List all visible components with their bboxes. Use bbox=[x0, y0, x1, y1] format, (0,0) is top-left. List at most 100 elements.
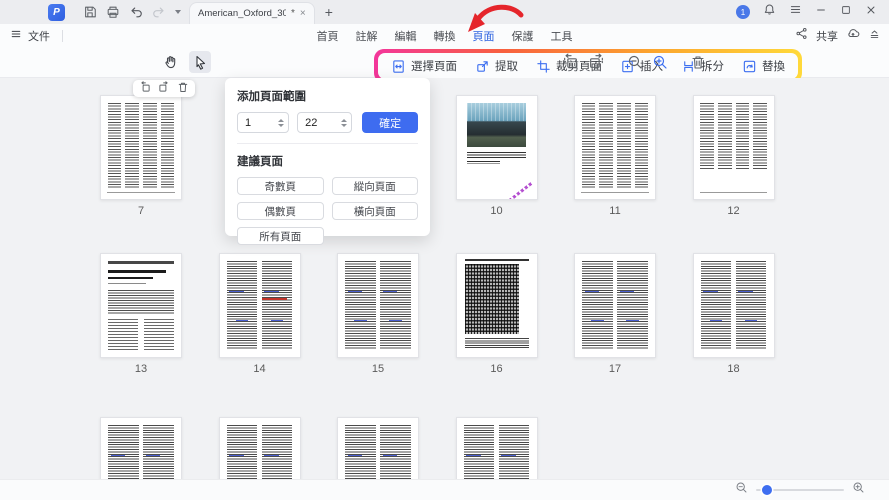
zoom-out-thumbnails-button[interactable] bbox=[627, 54, 643, 75]
page-preview[interactable] bbox=[455, 95, 538, 200]
landscape-pages-button[interactable]: 橫向頁面 bbox=[331, 202, 418, 220]
all-pages-button[interactable]: 所有頁面 bbox=[237, 227, 324, 245]
rotate-left-button[interactable] bbox=[562, 53, 579, 75]
print-icon[interactable] bbox=[106, 5, 120, 19]
page-preview[interactable] bbox=[692, 253, 775, 358]
page-content-decoration bbox=[634, 103, 649, 190]
page-content-decoration bbox=[261, 260, 293, 351]
page-thumbnail-11[interactable]: 11 bbox=[574, 95, 656, 218]
page-preview[interactable] bbox=[455, 253, 538, 358]
page-toolbar: 選擇頁面 提取 裁剪頁面 插入 拆分 替換 bbox=[0, 47, 889, 83]
thumbnail-zoom-out-icon[interactable] bbox=[735, 481, 748, 499]
page-thumbnail-7[interactable]: 7 bbox=[100, 95, 182, 218]
file-menu-icon[interactable] bbox=[10, 27, 22, 45]
page-number-label: 18 bbox=[727, 363, 740, 375]
page-number-label: 17 bbox=[608, 363, 622, 375]
select-pages-panel: 添加頁面範圍 1 22 確定 建議頁面 奇數頁 縱向頁面 偶數頁 橫向頁面 所有… bbox=[225, 78, 430, 245]
page-number-label: 12 bbox=[727, 205, 740, 217]
replace-button[interactable]: 替換 bbox=[733, 54, 794, 78]
tab-comment[interactable]: 註解 bbox=[356, 28, 378, 44]
collapse-toolbar-icon[interactable] bbox=[868, 27, 881, 45]
hand-tool-button[interactable] bbox=[160, 51, 182, 73]
tab-convert[interactable]: 轉換 bbox=[434, 28, 456, 44]
page-thumbnail-10[interactable]: 10 bbox=[455, 95, 538, 218]
menu-bar: 文件 首頁 註解 編輯 轉換 頁面 保護 工具 共享 bbox=[0, 24, 889, 47]
page-preview[interactable] bbox=[337, 253, 419, 358]
page-thumbnail-13[interactable]: 13 bbox=[100, 253, 182, 376]
page-thumbnail-14[interactable]: 14 bbox=[218, 253, 301, 376]
cloud-sync-icon[interactable] bbox=[846, 26, 860, 45]
thumbnail-size-slider[interactable] bbox=[756, 485, 844, 495]
page-content-decoration bbox=[108, 269, 166, 273]
toolbar-options-caret-icon[interactable] bbox=[175, 10, 181, 14]
crop-pages-icon bbox=[537, 59, 550, 73]
share-label[interactable]: 共享 bbox=[816, 28, 838, 44]
slider-knob[interactable] bbox=[762, 485, 772, 495]
page-thumbnail-16[interactable]: 16 bbox=[455, 253, 538, 376]
share-icon[interactable] bbox=[795, 27, 808, 45]
file-menu-label[interactable]: 文件 bbox=[28, 28, 50, 44]
page-thumbnail-12[interactable]: 12 bbox=[692, 95, 775, 218]
page-thumbnail-17[interactable]: 17 bbox=[574, 253, 656, 376]
page-number-label: 11 bbox=[609, 205, 621, 217]
document-tab-title: American_Oxford_3000... bbox=[198, 8, 286, 19]
undo-icon[interactable] bbox=[129, 5, 143, 19]
page-hover-toolbar bbox=[133, 80, 195, 97]
page-content-decoration bbox=[464, 259, 529, 262]
suggested-pages-label: 建議頁面 bbox=[237, 156, 283, 168]
tab-home[interactable]: 首頁 bbox=[317, 28, 339, 44]
page-preview[interactable] bbox=[574, 253, 656, 358]
annotation-arrow bbox=[463, 3, 525, 44]
range-from-input[interactable]: 1 bbox=[237, 112, 290, 133]
ribbon-tabs: 首頁 註解 編輯 轉換 頁面 保護 工具 bbox=[317, 28, 573, 44]
tab-tools[interactable]: 工具 bbox=[551, 28, 573, 44]
rotate-page-right-icon[interactable] bbox=[158, 80, 170, 98]
new-tab-button[interactable]: + bbox=[325, 5, 333, 19]
page-preview[interactable] bbox=[574, 95, 656, 200]
document-tab[interactable]: American_Oxford_3000... * × bbox=[189, 2, 315, 24]
delete-pages-button[interactable] bbox=[690, 54, 706, 75]
portrait-pages-button[interactable]: 縱向頁面 bbox=[331, 177, 418, 195]
stepper-icon[interactable] bbox=[278, 118, 285, 127]
select-pages-icon bbox=[393, 59, 404, 73]
page-preview[interactable] bbox=[100, 253, 182, 358]
page-content-decoration bbox=[700, 103, 714, 169]
page-content-decoration bbox=[261, 298, 287, 301]
page-content-decoration bbox=[617, 260, 648, 351]
thumbnail-zoom-in-icon[interactable] bbox=[852, 481, 865, 499]
rotate-right-button[interactable] bbox=[588, 53, 605, 75]
stepper-icon[interactable] bbox=[341, 118, 348, 127]
page-thumbnail-18[interactable]: 18 bbox=[692, 253, 775, 376]
select-tool-button[interactable] bbox=[189, 51, 211, 73]
page-content-decoration bbox=[464, 264, 519, 335]
user-avatar[interactable]: 1 bbox=[736, 5, 750, 19]
rotate-page-left-icon[interactable] bbox=[139, 80, 151, 98]
page-number-label: 15 bbox=[371, 363, 385, 375]
delete-page-icon[interactable] bbox=[177, 80, 189, 98]
maximize-window-icon[interactable] bbox=[840, 3, 852, 21]
page-content-decoration bbox=[735, 260, 767, 351]
extract-button[interactable]: 提取 bbox=[466, 54, 527, 78]
notifications-bell-icon[interactable] bbox=[763, 3, 776, 21]
save-icon[interactable] bbox=[83, 5, 97, 19]
page-preview[interactable] bbox=[100, 95, 182, 200]
page-preview[interactable] bbox=[218, 253, 301, 358]
app-menu-icon[interactable] bbox=[789, 3, 802, 21]
confirm-button[interactable]: 確定 bbox=[362, 112, 418, 133]
minimize-window-icon[interactable] bbox=[815, 3, 827, 21]
page-thumbnail-grid: 7 10 11 12 13 14 15 16 17 18 bbox=[0, 78, 889, 500]
page-thumbnail-15[interactable]: 15 bbox=[337, 253, 419, 376]
zoom-in-thumbnails-button[interactable] bbox=[652, 54, 668, 75]
redo-icon bbox=[152, 5, 166, 19]
even-pages-button[interactable]: 偶數頁 bbox=[237, 202, 324, 220]
page-number-label: 10 bbox=[490, 205, 503, 217]
range-to-input[interactable]: 22 bbox=[297, 112, 353, 133]
tab-edit[interactable]: 編輯 bbox=[395, 28, 417, 44]
odd-pages-button[interactable]: 奇數頁 bbox=[237, 177, 324, 195]
select-pages-button[interactable]: 選擇頁面 bbox=[382, 54, 466, 78]
close-window-icon[interactable] bbox=[865, 3, 877, 21]
page-number-label: 7 bbox=[137, 205, 145, 217]
page-preview[interactable] bbox=[692, 95, 775, 200]
close-tab-icon[interactable]: × bbox=[300, 8, 306, 19]
page-content-decoration bbox=[700, 260, 732, 351]
